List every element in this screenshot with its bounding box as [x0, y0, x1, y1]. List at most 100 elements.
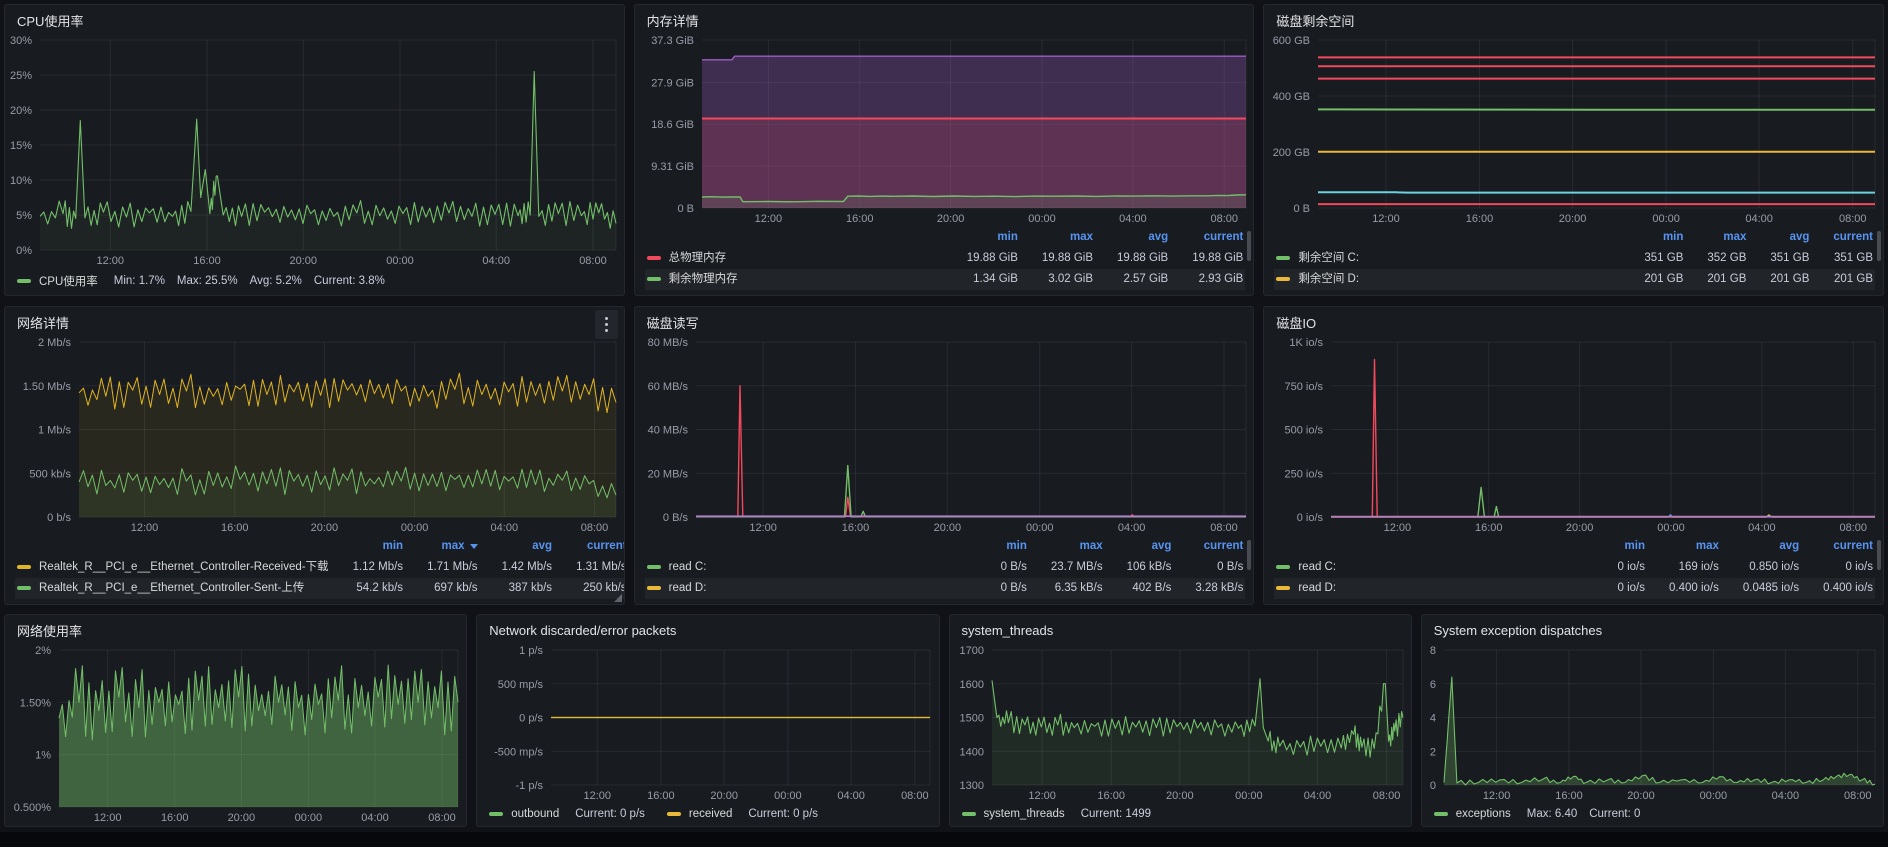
disk-free-chart[interactable]: 0 B200 GB400 GB600 GB12:0016:0020:0000:0…: [1264, 33, 1883, 227]
network-details-chart[interactable]: 0 b/s500 kb/s1 Mb/s1.50 Mb/s2 Mb/s12:001…: [5, 335, 624, 536]
disk-io-chart[interactable]: 0 io/s250 io/s500 io/s750 io/s1K io/s12:…: [1264, 335, 1883, 536]
legend-series-label[interactable]: Realtek_R__PCI_e__Ethernet_Controller-Re…: [15, 557, 331, 578]
legend-series-label[interactable]: read C:: [645, 557, 979, 578]
legend-series-label[interactable]: read D:: [645, 578, 979, 599]
legend-scrollbar[interactable]: [1247, 540, 1251, 570]
legend-item[interactable]: receivedCurrent: 0 p/s: [667, 808, 818, 820]
sort-caret-icon: [470, 544, 478, 549]
panel-header[interactable]: System exception dispatches: [1422, 615, 1883, 643]
panel-title[interactable]: system_threads: [962, 623, 1054, 638]
svg-text:12:00: 12:00: [1384, 522, 1412, 534]
panel-header[interactable]: Network discarded/error packets: [477, 615, 938, 643]
panel-title[interactable]: 网络详情: [17, 313, 69, 332]
legend-header-max[interactable]: max: [405, 536, 480, 557]
panel-title[interactable]: 磁盘IO: [1276, 313, 1316, 332]
panel-header[interactable]: 磁盘剩余空间: [1264, 5, 1883, 33]
legend-header-min[interactable]: min: [945, 227, 1020, 248]
legend-series-label[interactable]: exceptions: [1456, 808, 1511, 820]
svg-text:08:00: 08:00: [1839, 213, 1867, 225]
legend-header-current[interactable]: current: [1811, 227, 1875, 248]
svg-text:1300: 1300: [959, 780, 983, 792]
panel-header[interactable]: system_threads: [950, 615, 1411, 643]
svg-text:12:00: 12:00: [1373, 213, 1401, 225]
panel-title[interactable]: CPU使用率: [17, 11, 83, 30]
legend-header-avg[interactable]: avg: [1105, 536, 1174, 557]
legend-scrollbar[interactable]: [1247, 231, 1251, 261]
svg-text:0 b/s: 0 b/s: [47, 512, 71, 524]
exceptions-chart[interactable]: 0246812:0016:0020:0000:0004:0008:00: [1422, 643, 1883, 804]
legend-value: 0.400 io/s: [1801, 578, 1875, 599]
legend-header-current[interactable]: current: [1173, 536, 1245, 557]
panel-header[interactable]: CPU使用率: [5, 5, 624, 33]
legend-header-max[interactable]: max: [1685, 227, 1748, 248]
legend-header-current[interactable]: current: [554, 536, 624, 557]
svg-text:18.6 GiB: 18.6 GiB: [651, 119, 694, 131]
legend-header-avg[interactable]: avg: [1095, 227, 1170, 248]
legend-series-label[interactable]: read C:: [1274, 557, 1595, 578]
legend-item[interactable]: outboundCurrent: 0 p/s: [489, 808, 645, 820]
legend-table: minmaxavgcurrent Realtek_R__PCI_e__Ethern…: [15, 536, 624, 599]
legend-header-max[interactable]: max: [1029, 536, 1105, 557]
legend-series-label[interactable]: Realtek_R__PCI_e__Ethernet_Controller-Se…: [15, 578, 331, 599]
svg-text:12:00: 12:00: [749, 522, 777, 534]
legend-header-avg[interactable]: avg: [480, 536, 555, 557]
svg-text:04:00: 04:00: [482, 255, 510, 267]
panel-header[interactable]: 网络使用率: [5, 615, 466, 643]
legend-value: 0.850 io/s: [1721, 557, 1801, 578]
panel-title[interactable]: Network discarded/error packets: [489, 623, 676, 638]
legend-series-label[interactable]: 剩余空间 D:: [1274, 269, 1622, 290]
svg-text:00:00: 00:00: [1235, 790, 1263, 802]
panel-header[interactable]: 内存详情: [635, 5, 1254, 33]
legend-series-label[interactable]: read D:: [1274, 578, 1595, 599]
panel-title[interactable]: 内存详情: [647, 11, 699, 30]
legend-header-min[interactable]: min: [979, 536, 1029, 557]
memory-chart[interactable]: 0 B9.31 GiB18.6 GiB27.9 GiB37.3 GiB12:00…: [635, 33, 1254, 227]
legend-series-label[interactable]: outbound: [511, 808, 559, 820]
legend-stat: Current: 0: [1589, 808, 1640, 820]
legend-series-label[interactable]: 剩余空间 C:: [1274, 248, 1622, 269]
svg-text:60 MB/s: 60 MB/s: [647, 381, 688, 393]
panel-header[interactable]: 磁盘读写: [635, 307, 1254, 335]
svg-text:08:00: 08:00: [1210, 213, 1238, 225]
panel-resize-handle[interactable]: [614, 594, 622, 602]
legend-scrollbar[interactable]: [1877, 231, 1881, 261]
legend-scrollbar[interactable]: [1877, 540, 1881, 570]
panel-title[interactable]: 磁盘读写: [647, 313, 699, 332]
dashboard-row-3: 网络使用率 0.500%1%1.50%2%12:0016:0020:0000:0…: [4, 614, 1884, 827]
panel-title[interactable]: System exception dispatches: [1434, 623, 1602, 638]
legend-row: 总物理内存19.88 GiB19.88 GiB19.88 GiB19.88 Gi…: [645, 248, 1246, 269]
panel-exception-dispatches: System exception dispatches 0246812:0016…: [1421, 614, 1884, 827]
cpu-usage-chart[interactable]: 0%5%10%15%20%25%30%12:0016:0020:0000:000…: [5, 33, 624, 269]
panel-title[interactable]: 网络使用率: [17, 621, 82, 640]
svg-text:12:00: 12:00: [1483, 790, 1511, 802]
panel-title[interactable]: 磁盘剩余空间: [1276, 11, 1354, 30]
svg-text:00:00: 00:00: [1699, 790, 1727, 802]
legend-series-label[interactable]: system_threads: [984, 808, 1065, 820]
legend-header-min[interactable]: min: [331, 536, 406, 557]
legend-header-current[interactable]: current: [1170, 227, 1245, 248]
legend-header-avg[interactable]: avg: [1748, 227, 1811, 248]
legend-item[interactable]: CPU使用率Min: 1.7%Max: 25.5%Avg: 5.2%Curren…: [17, 273, 385, 289]
legend-series-label[interactable]: 总物理内存: [645, 248, 945, 269]
legend-item[interactable]: exceptionsMax: 6.40Current: 0: [1434, 808, 1641, 820]
network-usage-chart[interactable]: 0.500%1%1.50%2%12:0016:0020:0000:0004:00…: [5, 643, 466, 826]
disk-read-write-chart[interactable]: 0 B/s20 MB/s40 MB/s60 MB/s80 MB/s12:0016…: [635, 335, 1254, 536]
legend-series-label[interactable]: CPU使用率: [39, 273, 98, 289]
panel-memory-details: 内存详情 0 B9.31 GiB18.6 GiB27.9 GiB37.3 GiB…: [634, 4, 1255, 296]
system-threads-chart[interactable]: 1300140015001600170012:0016:0020:0000:00…: [950, 643, 1411, 804]
legend-header-current[interactable]: current: [1801, 536, 1875, 557]
series-color-swatch: [17, 565, 31, 569]
legend-header-max[interactable]: max: [1020, 227, 1095, 248]
legend-header-min[interactable]: min: [1596, 536, 1648, 557]
packets-chart[interactable]: -1 p/s-500 mp/s0 p/s500 mp/s1 p/s12:0016…: [477, 643, 938, 804]
legend-series-label[interactable]: 剩余物理内存: [645, 269, 945, 290]
legend-header-avg[interactable]: avg: [1721, 536, 1801, 557]
legend-series-label[interactable]: received: [689, 808, 732, 820]
legend-header-min[interactable]: min: [1622, 227, 1685, 248]
legend-header-spacer: [645, 227, 945, 248]
panel-header[interactable]: 网络详情: [5, 307, 624, 335]
legend-value: 201 GB: [1622, 269, 1685, 290]
legend-item[interactable]: system_threadsCurrent: 1499: [962, 808, 1152, 820]
legend-header-max[interactable]: max: [1647, 536, 1721, 557]
panel-header[interactable]: 磁盘IO: [1264, 307, 1883, 335]
